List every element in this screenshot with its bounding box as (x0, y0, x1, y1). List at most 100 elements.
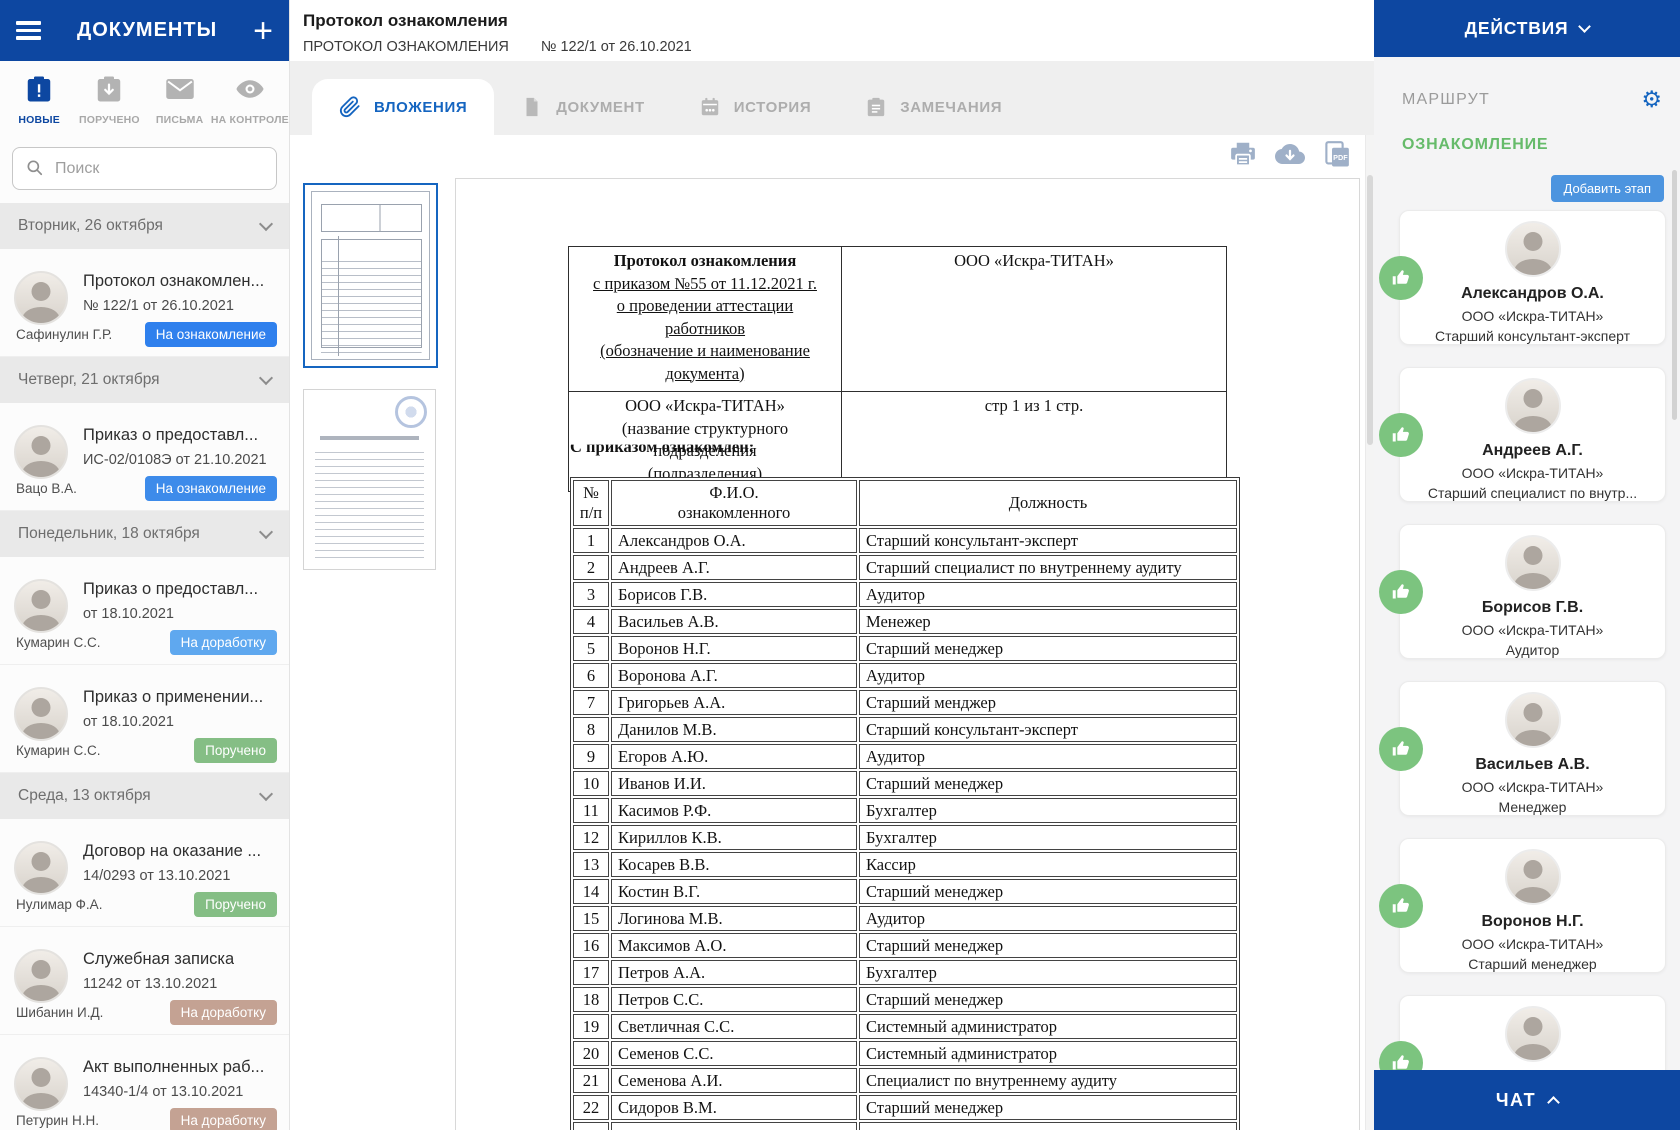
approved-thumbs-up-icon (1379, 569, 1423, 614)
avatar (14, 579, 68, 633)
avatar (1504, 692, 1561, 748)
row-number: 6 (573, 663, 609, 688)
row-role: Старший менджер (859, 690, 1237, 715)
document-title: Акт выполненных раб... (83, 1058, 265, 1076)
participant-card[interactable]: Андреев А.Г. ООО «Искра-ТИТАН» Старший с… (1379, 367, 1666, 502)
status-badge: Поручено (194, 892, 277, 917)
date-group-label: Вторник, 26 октября (18, 217, 163, 234)
tab-attachments[interactable]: ВЛОЖЕНИЯ (312, 79, 495, 135)
gear-icon[interactable]: ⚙ (1641, 88, 1662, 111)
document-list-item[interactable]: Протокол ознакомлен... № 122/1 от 26.10.… (0, 249, 289, 357)
doc-org-cell: ООО «Искра-ТИТАН» (841, 246, 1227, 392)
document-list-item[interactable]: Приказ о применении... от 18.10.2021 Кум… (0, 665, 289, 773)
document-number: 14340-1/4 от 13.10.2021 (83, 1084, 244, 1100)
main-scrollbar[interactable] (1365, 135, 1374, 1130)
search-icon (27, 160, 43, 176)
print-icon[interactable] (1228, 139, 1258, 169)
participant-card[interactable]: Александров О.А. ООО «Искра-ТИТАН» Старш… (1379, 210, 1666, 345)
document-list-item[interactable]: Служебная записка 11242 от 13.10.2021 Ши… (0, 927, 289, 1035)
document-list-item[interactable]: Приказ о предоставл... ИС-02/0108Э от 21… (0, 403, 289, 511)
approved-thumbs-up-icon (1379, 883, 1423, 928)
documents-title: ДОКУМЕНТЫ (76, 19, 218, 41)
participant-card[interactable]: Васильев А.В. ООО «Искра-ТИТАН» Менеджер (1379, 681, 1666, 816)
download-icon[interactable] (1275, 139, 1305, 169)
participant-name: Воронов Н.Г. (1481, 913, 1584, 930)
document-list-item[interactable]: Акт выполненных раб... 14340-1/4 от 13.1… (0, 1035, 289, 1130)
participant-role: Старший консультант-эксперт (1434, 328, 1631, 344)
date-group-header[interactable]: Вторник, 26 октября (0, 203, 289, 249)
document-title: Договор на оказание ... (83, 842, 262, 860)
search-input[interactable] (12, 147, 277, 190)
tab-new[interactable]: НОВЫЕ (4, 74, 74, 126)
row-name: Логинова М.В. (611, 906, 857, 931)
search-area (0, 141, 289, 202)
participant-org: ООО «Искра-ТИТАН» (1461, 779, 1604, 795)
row-number: 5 (573, 636, 609, 661)
document-preview-page: Протокол ознакомления с приказом №55 от … (455, 178, 1360, 1130)
attachment-thumbnail-selected[interactable] (303, 183, 438, 368)
row-number: 8 (573, 717, 609, 742)
row-role: Аудитор (859, 582, 1237, 607)
sidebar-scrollbar[interactable] (1672, 170, 1677, 420)
tab-on-control[interactable]: НА КОНТРОЛЕ (211, 74, 289, 126)
date-group-header[interactable]: Понедельник, 18 октября (0, 511, 289, 557)
actions-label: ДЕЙСТВИЯ (1464, 18, 1569, 38)
pdf-icon[interactable]: PDF (1322, 139, 1352, 169)
personnel-table-row: 9 Егоров А.Ю. Аудитор (573, 744, 1237, 769)
tab-assigned[interactable]: ПОРУЧЕНО (74, 74, 144, 126)
participant-org: ООО «Искра-ТИТАН» (1461, 465, 1604, 481)
menu-icon[interactable] (16, 17, 41, 44)
row-role: Системный администратор (859, 1014, 1237, 1039)
personnel-table-row: 7 Григорьев А.А. Старший менджер (573, 690, 1237, 715)
participant-role: Менеджер (1498, 799, 1567, 815)
document-title: Приказ о применении... (83, 688, 264, 706)
avatar (14, 425, 68, 479)
route-section: МАРШРУТ ⚙ (1402, 88, 1662, 111)
add-stage-button[interactable]: Добавить этап (1550, 175, 1664, 202)
row-name: Косарев В.В. (611, 852, 857, 877)
row-role: Бухгалтер (859, 960, 1237, 985)
tab-document[interactable]: ДОКУМЕНТ (494, 79, 672, 135)
add-document-button[interactable]: + (253, 14, 273, 48)
clipboard-text-icon (867, 97, 885, 117)
row-number: 1 (573, 528, 609, 553)
svg-text:PDF: PDF (1333, 153, 1348, 162)
personnel-table-row: 6 Воронова А.Г. Аудитор (573, 663, 1237, 688)
tab-letters[interactable]: ПИСЬМА (145, 74, 215, 126)
row-role: Старший консультант-эксперт (859, 717, 1237, 742)
personnel-table-row: 4 Васильев А.В. Менежер (573, 609, 1237, 634)
attachment-thumbnail[interactable] (303, 389, 436, 570)
tab-remarks[interactable]: ЗАМЕЧАНИЯ (838, 79, 1029, 135)
avatar (1504, 378, 1561, 434)
date-group-header[interactable]: Четверг, 21 октября (0, 357, 289, 403)
main-panel: Протокол ознакомления ПРОТОКОЛ ОЗНАКОМЛЕ… (290, 0, 1374, 1130)
doc-title-cell: Протокол ознакомления с приказом №55 от … (568, 246, 842, 392)
document-list-item[interactable]: Договор на оказание ... 14/0293 от 13.10… (0, 819, 289, 927)
row-name: Касимов Р.Ф. (611, 798, 857, 823)
participant-org: ООО «Искра-ТИТАН» (1461, 936, 1604, 952)
personnel-table-row: 11 Касимов Р.Ф. Бухгалтер (573, 798, 1237, 823)
chat-label: ЧАТ (1495, 1089, 1537, 1110)
participant-card[interactable]: Воронов Н.Г. ООО «Искра-ТИТАН» Старший м… (1379, 838, 1666, 973)
personnel-table-row (573, 1122, 1237, 1130)
personnel-table: № п/п Ф.И.О. ознакомленного Должность 1 Ал… (570, 477, 1240, 1130)
document-icon (526, 97, 538, 117)
document-title: Протокол ознакомлен... (83, 272, 265, 290)
chat-button[interactable]: ЧАТ (1374, 1070, 1680, 1130)
personnel-table-row: 3 Борисов Г.В. Аудитор (573, 582, 1237, 607)
attachments-content: PDF Протокол ознакомления с приказом №55… (290, 135, 1374, 1130)
date-group-header[interactable]: Среда, 13 октября (0, 773, 289, 819)
actions-button[interactable]: ДЕЙСТВИЯ (1374, 0, 1680, 57)
participant-card[interactable]: Борисов Г.В. ООО «Искра-ТИТАН» Аудитор (1379, 524, 1666, 659)
row-number: 13 (573, 852, 609, 877)
tab-history[interactable]: ИСТОРИЯ (672, 79, 838, 135)
avatar (1504, 1006, 1561, 1062)
chevron-down-icon (258, 370, 274, 385)
personnel-table-row: 1 Александров О.А. Старший консультант-э… (573, 528, 1237, 553)
approved-thumbs-up-icon (1379, 255, 1423, 300)
document-list-item[interactable]: Приказ о предоставл... от 18.10.2021 Кум… (0, 557, 289, 665)
row-number: 3 (573, 582, 609, 607)
document-group: Вторник, 26 октября Протокол ознакомлен.… (0, 203, 289, 357)
tab-remarks-label: ЗАМЕЧАНИЯ (900, 98, 1003, 116)
participant-name: Андреев А.Г. (1482, 442, 1583, 459)
